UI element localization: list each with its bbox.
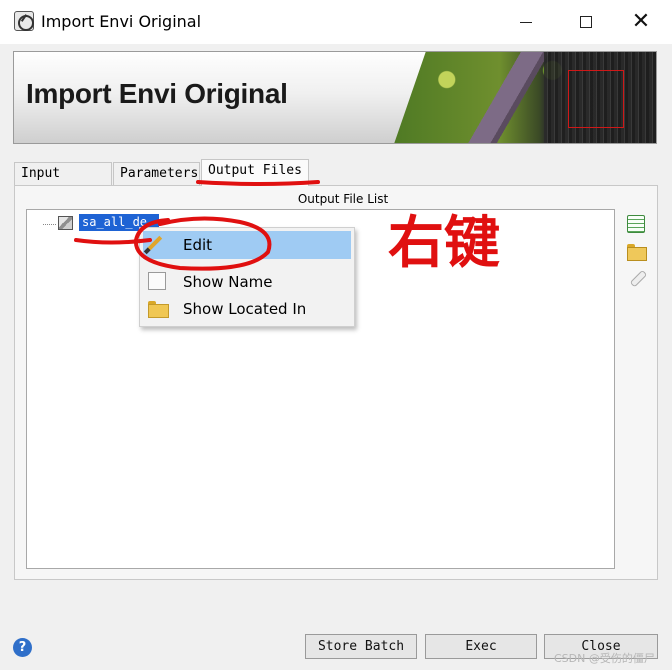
folder-open-icon[interactable] xyxy=(627,242,647,261)
exec-button[interactable]: Exec xyxy=(425,634,537,659)
menu-item-show-located-in[interactable]: Show Located In xyxy=(143,295,351,323)
minimize-button[interactable] xyxy=(503,0,549,44)
maximize-button[interactable] xyxy=(563,0,609,44)
banner-highlight-box xyxy=(568,70,624,128)
pencil-icon xyxy=(143,235,163,255)
output-file-list-title: Output File List xyxy=(297,192,389,206)
tab-output-files[interactable]: Output Files xyxy=(201,159,309,186)
menu-item-label: Show Located In xyxy=(183,300,307,318)
tab-input-files[interactable]: Input Files xyxy=(14,162,112,203)
close-icon: ✕ xyxy=(631,9,651,34)
help-icon[interactable]: ? xyxy=(13,638,32,657)
folder-icon xyxy=(148,301,169,319)
app-icon xyxy=(14,11,34,31)
maximize-icon xyxy=(580,16,592,28)
window-title: Import Envi Original xyxy=(41,12,202,31)
tree-connector xyxy=(43,224,56,225)
menu-item-show-name[interactable]: Show Name xyxy=(143,268,351,296)
menu-item-edit[interactable]: Edit xyxy=(143,231,351,259)
checkbox-icon[interactable] xyxy=(148,272,166,290)
list-icon[interactable] xyxy=(627,215,645,233)
context-menu: Edit Show Name Show Located In xyxy=(139,227,355,327)
banner-title: Import Envi Original xyxy=(26,78,288,109)
close-window-button[interactable]: ✕ xyxy=(618,0,664,44)
store-batch-button[interactable]: Store Batch xyxy=(305,634,417,659)
minimize-icon xyxy=(520,21,532,23)
menu-item-label: Edit xyxy=(183,236,213,254)
header-banner: Import Envi Original xyxy=(13,51,657,144)
watermark: CSDN @受伤的僵尸 xyxy=(554,652,655,665)
tab-parameters[interactable]: Parameters xyxy=(113,162,200,185)
raster-file-icon xyxy=(58,216,73,230)
title-bar: Import Envi Original ✕ xyxy=(0,0,672,44)
menu-item-label: Show Name xyxy=(183,273,273,291)
